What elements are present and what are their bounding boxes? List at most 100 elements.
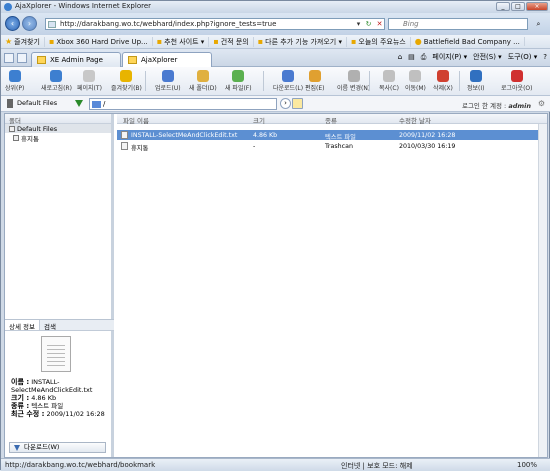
forward-button[interactable]: › [22,16,37,31]
toolbar-button[interactable]: 새로고침(R) [41,70,72,92]
safety-menu[interactable]: 안전(S) ▾ [473,52,502,62]
info-type: 텍스트 파일 [31,402,64,410]
toolbar-icon [436,70,449,82]
left-pane: 폴더 Default Files 휴지통 상세 정보 검색 이름 : INSTA… [5,114,114,457]
toolbar-icon [196,70,209,82]
tree-header: 폴더 [5,114,111,125]
toolbar-button[interactable]: 삭제(X) [433,70,453,92]
repository-dropdown-icon[interactable] [75,100,83,107]
maximize-button[interactable]: □ [511,2,525,11]
back-button[interactable]: ‹ [5,16,20,31]
search-input[interactable]: Bing [388,18,528,30]
main-panel: 폴더 Default Files 휴지통 상세 정보 검색 이름 : INSTA… [4,113,548,458]
favorite-icon: ▪ [156,37,163,46]
table-row[interactable]: 휴지통 - Trashcan 2010/03/30 16:19 [117,141,547,152]
tab-details[interactable]: 상세 정보 [5,320,40,331]
tab-search[interactable]: 검색 [40,320,60,331]
file-type: Trashcan [325,142,353,150]
close-button[interactable]: × [526,2,548,11]
favorite-link[interactable]: ▪ 다른 추가 기능 가져오기 ▾ [254,36,347,47]
toolbar-button[interactable]: 편집(E) [305,70,325,92]
feeds-icon[interactable]: ▤ [408,53,415,61]
file-list-header: 파일 이름 크기 종류 수정한 날자 [117,114,547,125]
column-size[interactable]: 크기 [253,115,265,125]
toolbar-button[interactable]: 즐겨찾기(B) [111,70,142,92]
toolbar-button[interactable]: 로그아웃(O) [501,70,533,92]
toolbar-button-label: 다운로드(L) [273,85,304,92]
info-size: 4.86 Kb [31,394,57,402]
toolbar-button[interactable]: 이름 변경(N) [337,70,370,92]
go-button[interactable]: › [280,98,291,109]
title-bar: AjaXplorer - Windows Internet Explorer _… [1,1,550,13]
favorite-link[interactable]: ▪ 추천 사이트 ▾ [153,36,210,47]
column-modified[interactable]: 수정한 날자 [399,115,431,125]
toolbar-icon [83,70,96,82]
toolbar-button-label: 업로드(U) [155,85,181,92]
address-url: http://darakbang.wo.tc/webhard/index.php… [60,20,277,28]
toolbar-button[interactable]: 새 파일(F) [225,70,252,92]
file-list: 파일 이름 크기 종류 수정한 날자 INSTALL-SelectMeAndCl… [117,114,547,457]
toolbar-button[interactable]: 이동(M) [405,70,426,92]
text-file-icon [121,131,128,139]
toolbar-button[interactable]: 새 폴더(D) [189,70,217,92]
favorite-link[interactable]: ▪ 오늘의 주요뉴스 [347,36,411,47]
toolbar-button[interactable]: 페이지(T) [77,70,102,92]
toolbar-button-label: 편집(E) [305,85,325,92]
tab-list-icon[interactable] [17,53,27,63]
favorite-link[interactable]: ● Battlefield Bad Company ... [411,37,525,46]
tab-ajaxplorer[interactable]: AjaXplorer [122,52,212,67]
tools-menu[interactable]: 도구(O) ▾ [508,52,538,62]
tab-row: XE Admin Page AjaXplorer ⌂ ▤ ⎙ 페이지(P) ▾ … [1,49,550,67]
quick-tabs-icon[interactable] [4,53,14,63]
download-icon [14,445,20,451]
toolbar-button-label: 상위(P) [5,85,25,92]
favorite-link[interactable]: ▪ Xbox 360 Hard Drive Up... [45,37,153,46]
file-type: 텍스트 파일 [325,133,356,141]
scrollbar[interactable] [538,124,547,457]
download-button[interactable]: 다운로드(W) [9,442,106,453]
location-bar: Default Files / › 로그인 한 계정 : admin ⚙ [1,96,550,112]
toolbar-icon [382,70,395,82]
toolbar-button-label: 새 파일(F) [225,85,252,92]
home-icon[interactable]: ⌂ [398,53,402,61]
toolbar-icon [120,70,133,82]
file-info: 이름 : INSTALL-SelectMeAndClickEdit.txt 크기… [11,378,105,418]
search-icon[interactable]: ⌕ [533,18,544,30]
zoom-level[interactable]: 100% [517,461,537,469]
toolbar-button[interactable]: 다운로드(L) [273,70,303,92]
print-icon[interactable]: ⎙ [421,53,427,62]
settings-icon[interactable]: ⚙ [538,99,545,108]
repository-selector[interactable]: Default Files [17,99,57,107]
favorite-link[interactable]: ▪ 건적 문의 [209,36,254,47]
column-name[interactable]: 파일 이름 [123,115,149,125]
window-title: AjaXplorer - Windows Internet Explorer [15,2,152,10]
minimize-button[interactable]: _ [496,2,510,11]
tab-xe-admin[interactable]: XE Admin Page [31,52,121,67]
column-type[interactable]: 종류 [325,115,337,125]
refresh-icon[interactable]: ↻ [363,18,374,30]
toolbar-button[interactable]: 복사(C) [379,70,399,92]
toolbar-icon [161,70,174,82]
toolbar-button[interactable]: 정보(I) [467,70,485,92]
favorites-button[interactable]: ★ 즐겨찾기 [1,36,45,47]
browser-window: AjaXplorer - Windows Internet Explorer _… [0,0,550,471]
favorite-icon: ▪ [213,37,219,46]
favorite-icon: ▪ [351,37,357,46]
page-menu[interactable]: 페이지(P) ▾ [432,52,467,62]
tree-item-trash[interactable]: 휴지통 [5,133,111,143]
stop-icon[interactable]: ✕ [374,18,385,30]
toolbar-icon [8,70,21,82]
help-icon[interactable]: ? [543,53,547,61]
address-bar[interactable]: http://darakbang.wo.tc/webhard/index.php… [45,18,385,30]
file-size: 4.86 Kb [253,131,278,139]
ajaxplorer-toolbar: 상위(P) 새로고침(R) 페이지(T) 즐겨찾기(B) 업로드(U) 새 폴더(D) 새 … [1,67,550,96]
repository-icon [7,99,13,108]
toolbar-button[interactable]: 상위(P) [5,70,24,92]
toolbar-icon [347,70,360,82]
path-input[interactable]: / [89,98,277,110]
toolbar-button[interactable]: 업로드(U) [155,70,181,92]
table-row[interactable]: INSTALL-SelectMeAndClickEdit.txt 4.86 Kb… [117,130,547,141]
toolbar-button-label: 즐겨찾기(B) [111,85,142,92]
bookmark-button[interactable] [292,98,303,109]
folder-icon [92,101,101,108]
